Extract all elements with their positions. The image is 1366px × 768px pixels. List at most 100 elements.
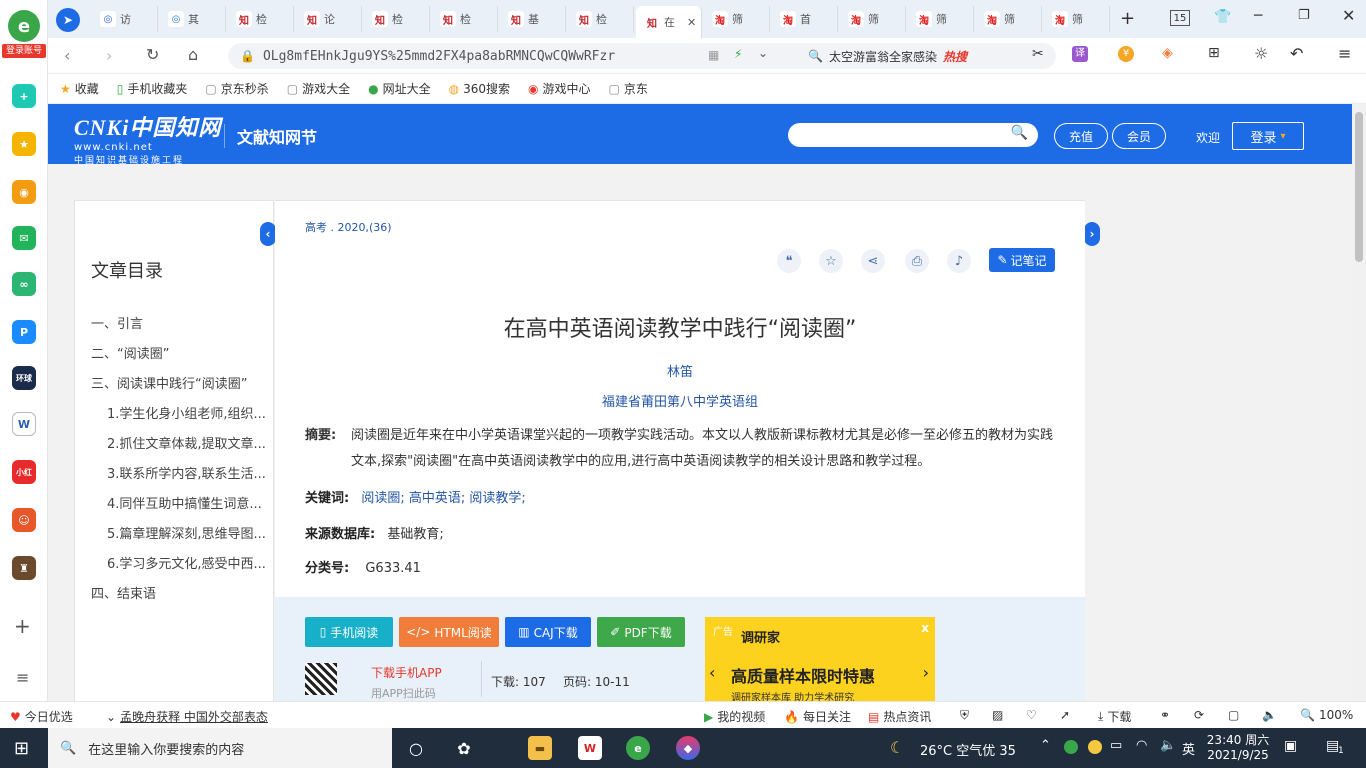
news-ticker[interactable]: ⌄ 孟晚舟获释 中国外交部表态 <box>106 708 268 725</box>
shield-icon[interactable]: ⛨ <box>960 708 969 723</box>
next-panel-arrow[interactable]: › <box>1084 222 1100 246</box>
browser-tab[interactable]: 淘筛 <box>976 6 1042 32</box>
browser-tab[interactable]: ◎ 其 <box>160 6 226 32</box>
refresh-icon[interactable]: ↻ <box>146 45 159 64</box>
browser-tab[interactable]: 知论 <box>296 6 362 32</box>
qr-icon[interactable]: ▦ <box>708 48 719 62</box>
minimize-icon[interactable]: ─ <box>1254 8 1262 24</box>
heart-outline-icon[interactable]: ♡ <box>1026 708 1037 722</box>
bookmark-item[interactable]: ◍ 360搜索 <box>449 80 510 97</box>
browser-tab[interactable]: 知检 <box>568 6 634 32</box>
article-source[interactable]: 高考 . 2020,(36) <box>305 219 392 235</box>
loop-icon[interactable]: ∞ <box>12 272 36 296</box>
menu-icon[interactable]: ≡ <box>1338 44 1351 63</box>
pubg-game-icon[interactable]: ♜ <box>12 556 36 580</box>
home-icon[interactable]: ⌂ <box>188 45 198 64</box>
image-icon[interactable]: ▨ <box>992 708 1003 722</box>
cnki-logo[interactable]: CNKi中国知网 www.cnki.net 中国知识基础设施工程 <box>74 110 221 166</box>
game-icon[interactable]: ◈ <box>1162 45 1173 61</box>
360-browser-icon[interactable]: e <box>626 736 650 760</box>
recharge-button[interactable]: 充值 <box>1054 123 1108 149</box>
bookmark-item[interactable]: ★ 收藏 <box>60 80 99 97</box>
take-note-button[interactable]: ✎ 记笔记 <box>989 248 1055 272</box>
print-icon[interactable]: ⎙ <box>905 249 929 273</box>
chevron-up-icon[interactable]: ⌃ <box>1040 738 1051 753</box>
search-icon[interactable]: 🔍 <box>1011 125 1028 141</box>
login-account-badge[interactable]: 登录账号 <box>2 44 46 58</box>
wps-icon[interactable]: W <box>578 736 602 760</box>
drop-app-icon[interactable]: ◆ <box>676 736 700 760</box>
toc-collapse-arrow[interactable]: ‹ <box>260 222 276 246</box>
translate-icon[interactable]: 译 <box>1072 46 1088 62</box>
browser-logo-icon[interactable]: e <box>8 10 40 42</box>
close-tab-icon[interactable]: ✕ <box>687 16 696 29</box>
toc-item[interactable]: 3.联系所学内容,联系生活... <box>107 463 267 482</box>
bookmark-item[interactable]: ▢ 京东 <box>609 80 648 97</box>
coin-icon[interactable]: ¥ <box>1118 46 1134 62</box>
windows-start-icon[interactable]: ⊞ <box>14 738 29 759</box>
back-icon[interactable]: ‹ <box>64 46 70 65</box>
bookmark-item[interactable]: ▢ 京东秒杀 <box>205 80 268 97</box>
browser-tab[interactable]: 淘筛 <box>1044 6 1110 32</box>
undo-icon[interactable]: ↶ <box>1290 44 1303 63</box>
cortana-icon[interactable]: ○ <box>404 736 428 760</box>
tray-plus-icon[interactable] <box>1088 740 1102 754</box>
sync-icon[interactable]: ⟳ <box>1194 708 1204 722</box>
task-view-icon[interactable]: ✿ <box>452 736 476 760</box>
browser-tab[interactable]: 知基 <box>500 6 566 32</box>
wifi-icon[interactable]: ◠ <box>1136 738 1147 753</box>
browser-tab[interactable]: 知检 <box>228 6 294 32</box>
toc-item[interactable]: 4.同伴互助中搞懂生词意... <box>107 493 267 512</box>
download-button[interactable]: ▯ 手机阅读 <box>305 617 393 647</box>
bookmark-item[interactable]: ● 网址大全 <box>368 80 431 97</box>
browser-tab[interactable]: 知检 <box>432 6 498 32</box>
redbook-icon[interactable]: 小红 <box>12 460 36 484</box>
bookmark-item[interactable]: ▯ 手机收藏夹 <box>117 80 188 97</box>
rocket-icon[interactable]: ➚ <box>1060 708 1070 722</box>
speed-icon[interactable]: ⚡ <box>734 47 742 61</box>
browser-tab[interactable]: ◎ 访 <box>92 6 158 32</box>
article-author[interactable]: 林笛 <box>275 361 1085 380</box>
toc-item[interactable]: 四、结束语 <box>91 583 156 602</box>
window-icon[interactable]: ▢ <box>1228 708 1239 722</box>
link-icon[interactable]: ⚭ <box>1160 708 1170 722</box>
navigation-arrow-icon[interactable]: ➤ <box>56 8 80 32</box>
bookmark-item[interactable]: ▢ 游戏大全 <box>287 80 350 97</box>
taskbar-search[interactable]: 🔍 在这里输入你要搜索的内容 <box>48 728 392 768</box>
plugin-icon[interactable]: + <box>12 84 36 108</box>
today-picks[interactable]: ♥ 今日优选 <box>10 708 73 725</box>
ime-indicator[interactable]: 英 <box>1182 739 1195 758</box>
add-icon[interactable]: + <box>14 614 31 638</box>
daily-focus[interactable]: 🔥 每日关注 <box>784 708 851 725</box>
browser-tab[interactable]: 淘首 <box>772 6 838 32</box>
close-window-icon[interactable]: ✕ <box>1342 6 1355 25</box>
apps-grid-icon[interactable]: ⊞ <box>1208 45 1220 61</box>
article-organization[interactable]: 福建省莆田第八中学英语组 <box>275 391 1085 410</box>
tray-360-icon[interactable] <box>1064 740 1078 754</box>
chevron-right-icon[interactable]: › <box>923 663 929 682</box>
cnki-search-input[interactable]: 🔍 <box>788 123 1038 147</box>
weather-text[interactable]: 26°C 空气优 35 <box>920 740 1016 759</box>
menu-list-icon[interactable]: ≡ <box>16 668 29 687</box>
browser-tab[interactable]: 淘筛 <box>840 6 906 32</box>
clock-time[interactable]: 23:40 周六 <box>1206 731 1270 748</box>
game-character-icon[interactable]: ☺ <box>12 508 36 532</box>
word-doc-icon[interactable]: W <box>12 412 36 436</box>
scrollbar-thumb[interactable] <box>1355 112 1363 262</box>
my-video[interactable]: ▶ 我的视频 <box>704 708 765 725</box>
toc-item[interactable]: 二、“阅读圈” <box>91 343 169 362</box>
forward-icon[interactable]: › <box>106 46 112 65</box>
game-app-icon[interactable]: 环球 <box>12 366 36 390</box>
bell-icon[interactable]: ♪ <box>947 249 971 273</box>
quote-icon[interactable]: ❝ <box>777 249 801 273</box>
battery-icon[interactable]: ▭ <box>1110 738 1122 753</box>
notification-badge-icon[interactable]: ▣ <box>1284 738 1297 754</box>
browser-tab[interactable]: 知检 <box>364 6 430 32</box>
shirt-skin-icon[interactable]: 👕 <box>1214 9 1231 25</box>
zoom-control[interactable]: 🔍 100% <box>1300 708 1353 722</box>
restore-icon[interactable]: ❐ <box>1298 8 1310 23</box>
browser-tab[interactable]: 淘筛 <box>908 6 974 32</box>
speaker-icon[interactable]: 🔈 <box>1160 738 1176 753</box>
weibo-icon[interactable]: ◉ <box>12 180 36 204</box>
keywords-list[interactable]: 阅读圈; 高中英语; 阅读教学; <box>361 491 525 506</box>
